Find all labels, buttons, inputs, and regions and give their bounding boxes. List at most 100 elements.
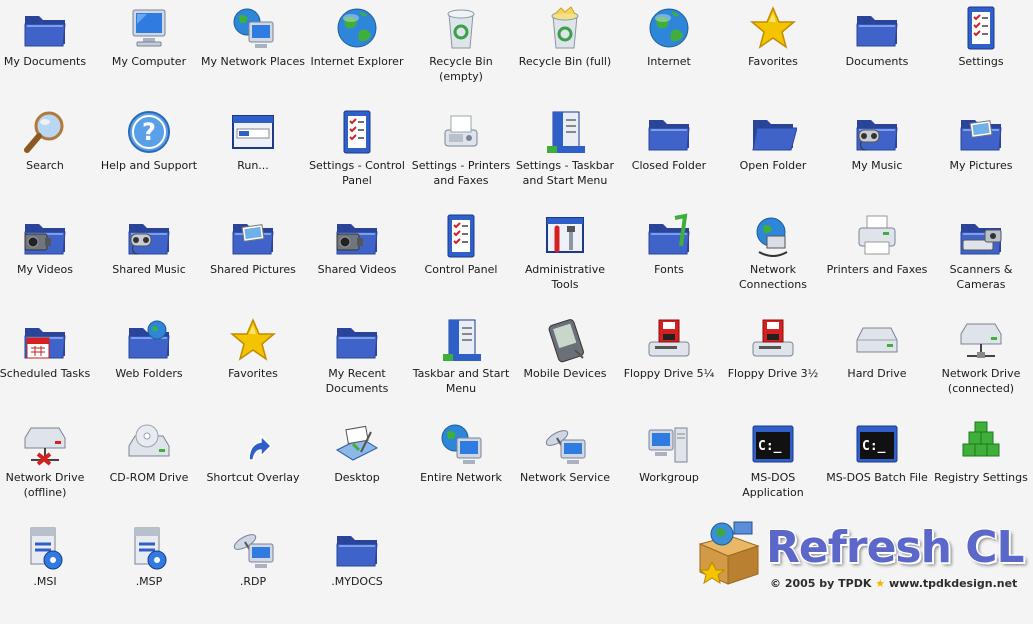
pictures-folder-icon <box>957 108 1005 156</box>
folder-icon <box>333 524 381 572</box>
calendar-folder-icon <box>21 316 69 364</box>
network-connections-icon <box>749 212 797 260</box>
desktop-icon-item[interactable]: Shared Pictures <box>201 208 305 312</box>
icon-label: Mobile Devices <box>523 367 607 380</box>
desktop-icon-item[interactable]: My Recent Documents <box>305 312 409 416</box>
video-folder-icon <box>333 212 381 260</box>
desktop-icon-item[interactable]: .MSI <box>0 520 97 624</box>
desktop-icon-item[interactable]: .MYDOCS <box>305 520 409 624</box>
music-folder-icon <box>125 212 173 260</box>
desktop-icon-item[interactable]: ? Help and Support <box>97 104 201 208</box>
tools-icon <box>541 212 589 260</box>
desktop-icon-item[interactable]: Recycle Bin (empty) <box>409 0 513 104</box>
desktop-icon-item[interactable]: Floppy Drive 5¼ <box>617 312 721 416</box>
svg-text:C:_: C:_ <box>758 439 782 454</box>
desktop-icon-item[interactable]: Registry Settings <box>929 416 1033 520</box>
icon-label: Favorites <box>748 55 798 68</box>
desktop-icon-item[interactable]: My Network Places <box>201 0 305 104</box>
desktop-icon-item[interactable]: Shared Videos <box>305 208 409 312</box>
desktop-icon-item[interactable]: My Documents <box>0 0 97 104</box>
icon-label: Shared Videos <box>317 263 397 276</box>
desktop-icon-item[interactable]: Mobile Devices <box>513 312 617 416</box>
desktop-icon-item[interactable]: My Videos <box>0 208 97 312</box>
desktop-icon-item[interactable]: CD-ROM Drive <box>97 416 201 520</box>
desktop-icon-item[interactable]: My Computer <box>97 0 201 104</box>
fonts-folder-icon <box>645 212 693 260</box>
desktop-icon-item[interactable]: Floppy Drive 3½ <box>721 312 825 416</box>
desktop-icon-item[interactable]: C:_ MS-DOS Batch File <box>825 416 929 520</box>
folder-open-icon <box>749 108 797 156</box>
star-icon <box>229 316 277 364</box>
desktop-icon-item[interactable]: Network Connections <box>721 208 825 312</box>
icon-label: .MSI <box>33 575 57 588</box>
video-folder-icon <box>21 212 69 260</box>
brand-credit: © 2005 by TPDK ★ www.tpdkdesign.net <box>770 577 1017 590</box>
icon-label: Taskbar and Start Menu <box>412 367 510 395</box>
desktop-icon-item[interactable]: .RDP <box>201 520 305 624</box>
desktop-icon-item[interactable]: Printers and Faxes <box>825 208 929 312</box>
icon-label: Workgroup <box>639 471 699 484</box>
icon-label: My Computer <box>111 55 187 68</box>
icon-label: Web Folders <box>115 367 183 380</box>
desktop-icon-item[interactable]: Shared Music <box>97 208 201 312</box>
desktop-icon-item[interactable]: Network Drive (connected) <box>929 312 1033 416</box>
desktop-icon-item[interactable]: C:_ MS-DOS Application <box>721 416 825 520</box>
desktop-icon-item[interactable]: Internet Explorer <box>305 0 409 104</box>
desktop-icon-item[interactable]: Favorites <box>721 0 825 104</box>
icon-label: Recycle Bin (empty) <box>429 55 493 83</box>
folder-icon <box>645 108 693 156</box>
desktop-icon-item[interactable]: Control Panel <box>409 208 513 312</box>
network-drive-icon <box>957 316 1005 364</box>
icon-label: Recycle Bin (full) <box>518 55 612 68</box>
desktop-icon-item[interactable]: Shortcut Overlay <box>201 416 305 520</box>
desktop-icon-item[interactable]: Settings <box>929 0 1033 104</box>
icon-label: Entire Network <box>420 471 502 484</box>
icon-label: Desktop <box>334 471 380 484</box>
web-folder-icon <box>125 316 173 364</box>
desktop-icon-item[interactable]: Web Folders <box>97 312 201 416</box>
desktop-icon-item[interactable]: My Pictures <box>929 104 1033 208</box>
desktop-icon-item[interactable]: Settings - Taskbar and Start Menu <box>513 104 617 208</box>
desktop-icon-item[interactable]: Favorites <box>201 312 305 416</box>
brand-credit-link[interactable]: www.tpdkdesign.net <box>889 577 1017 590</box>
refresh-cl-branding: Refresh CL © 2005 by TPDK ★ www.tpdkdesi… <box>694 518 1025 608</box>
icon-label: Search <box>26 159 64 172</box>
desktop-icon-item[interactable]: Documents <box>825 0 929 104</box>
icon-label: My Pictures <box>949 159 1013 172</box>
desktop-icon-item[interactable]: Workgroup <box>617 416 721 520</box>
printer-icon <box>853 212 901 260</box>
desktop-icon-item[interactable]: Scheduled Tasks <box>0 312 97 416</box>
desktop-icon-item[interactable]: Internet <box>617 0 721 104</box>
desktop-icon-item[interactable]: Hard Drive <box>825 312 929 416</box>
desktop-icon-item[interactable]: Run... <box>201 104 305 208</box>
desktop-icon-item[interactable]: Closed Folder <box>617 104 721 208</box>
help-icon: ? <box>125 108 173 156</box>
desktop-icon-item[interactable]: Entire Network <box>409 416 513 520</box>
icon-label: Internet <box>647 55 691 68</box>
msdos-icon: C:_ <box>853 420 901 468</box>
icon-label: .MYDOCS <box>331 575 383 588</box>
desktop-icon-item[interactable]: Search <box>0 104 97 208</box>
desktop-icon-item[interactable]: Fonts <box>617 208 721 312</box>
desktop-icon-item[interactable]: .MSP <box>97 520 201 624</box>
magnifier-icon <box>21 108 69 156</box>
icon-label: Scheduled Tasks <box>0 367 91 380</box>
desktop-icon-item[interactable]: Settings - Control Panel <box>305 104 409 208</box>
icon-label: My Network Places <box>201 55 305 68</box>
msdos-icon: C:_ <box>749 420 797 468</box>
desktop-icon-item[interactable]: Desktop <box>305 416 409 520</box>
desktop-icon-item[interactable]: Network Drive (offline) <box>0 416 97 520</box>
desktop-icon-item[interactable]: Scanners & Cameras <box>929 208 1033 312</box>
desktop-icon-item[interactable]: Settings - Printers and Faxes <box>409 104 513 208</box>
cdrom-drive-icon <box>125 420 173 468</box>
icon-label: My Videos <box>16 263 74 276</box>
icon-label: Floppy Drive 5¼ <box>623 367 715 380</box>
desktop-icon-item[interactable]: Recycle Bin (full) <box>513 0 617 104</box>
desktop-icon-item[interactable]: Open Folder <box>721 104 825 208</box>
desktop-icon-item[interactable]: Taskbar and Start Menu <box>409 312 513 416</box>
icon-label: Network Drive (connected) <box>941 367 1021 395</box>
desktop-icon-item[interactable]: My Music <box>825 104 929 208</box>
desktop-icon-item[interactable]: Network Service <box>513 416 617 520</box>
desktop-icon-item[interactable]: Administrative Tools <box>513 208 617 312</box>
icon-label: Settings - Printers and Faxes <box>411 159 511 187</box>
